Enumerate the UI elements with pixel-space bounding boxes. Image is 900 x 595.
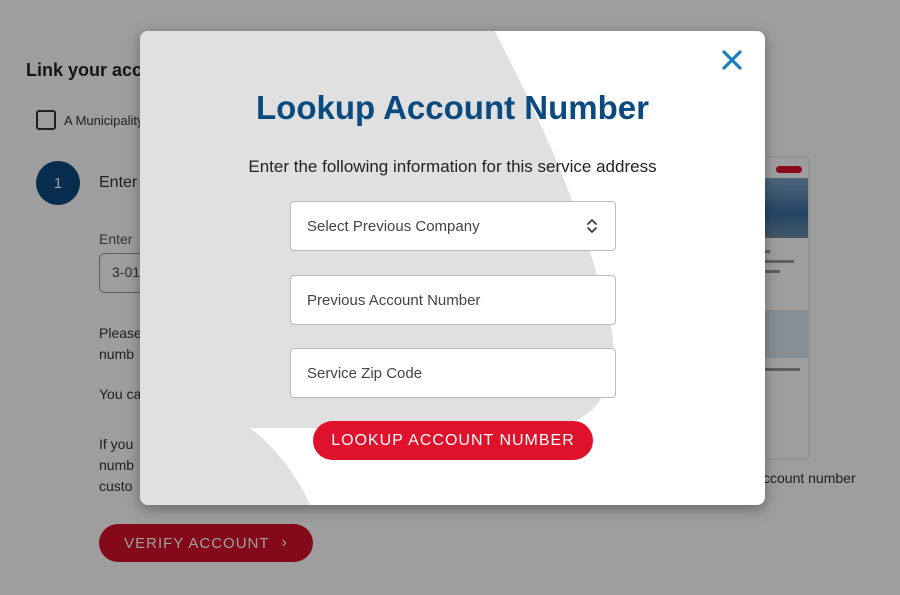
chevron-up-down-icon (587, 219, 597, 233)
service-zip-code-input[interactable] (290, 348, 616, 398)
previous-account-number-input[interactable] (290, 275, 616, 325)
previous-company-select[interactable]: Select Previous Company (290, 201, 616, 251)
close-icon (722, 50, 742, 70)
previous-company-select-value: Select Previous Company (307, 217, 480, 235)
modal-title: Lookup Account Number (256, 89, 649, 126)
close-button[interactable] (719, 47, 745, 73)
lookup-account-number-button[interactable]: LOOKUP ACCOUNT NUMBER (313, 421, 593, 460)
modal-subtitle: Enter the following information for this… (248, 157, 657, 176)
lookup-account-modal: Lookup Account Number Enter the followin… (140, 31, 765, 505)
